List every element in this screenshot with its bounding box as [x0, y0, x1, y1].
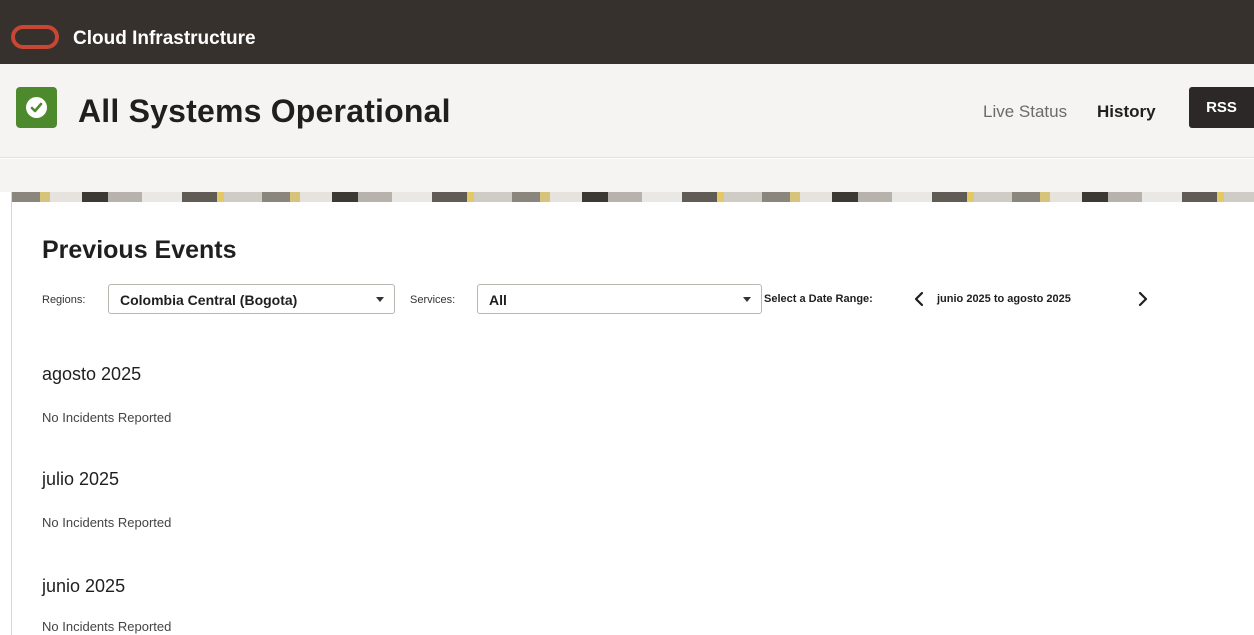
page-title: All Systems Operational [78, 93, 451, 129]
services-label: Services: [410, 294, 456, 306]
regions-label: Regions: [42, 294, 86, 306]
history-link[interactable]: History [1097, 102, 1156, 122]
caret-down-icon [743, 297, 751, 302]
month-status: No Incidents Reported [42, 515, 172, 530]
previous-events-card: Previous Events Regions: Colombia Centra… [11, 192, 1254, 635]
live-status-link[interactable]: Live Status [983, 102, 1067, 122]
date-range-label: Select a Date Range: [764, 293, 873, 305]
month-heading: junio 2025 [42, 576, 126, 596]
chevron-right-icon[interactable] [1136, 289, 1150, 309]
month-status: No Incidents Reported [42, 619, 172, 634]
top-header: Cloud Infrastructure [0, 0, 1254, 64]
month-heading: julio 2025 [42, 469, 120, 489]
brand-title[interactable]: Cloud Infrastructure [73, 28, 256, 50]
check-circle-icon [16, 87, 57, 128]
section-title: Previous Events [42, 236, 237, 264]
services-select[interactable]: All [477, 284, 762, 314]
regions-select[interactable]: Colombia Central (Bogota) [108, 284, 395, 314]
oracle-logo-icon[interactable] [11, 25, 59, 49]
page-background [0, 159, 1254, 192]
month-heading: agosto 2025 [42, 364, 142, 384]
services-select-value: All [489, 292, 507, 308]
rss-button[interactable]: RSS [1189, 87, 1254, 128]
date-range-value: junio 2025 to agosto 2025 [937, 293, 1071, 305]
regions-select-value: Colombia Central (Bogota) [120, 292, 298, 308]
status-bar: All Systems Operational Live Status Hist… [0, 64, 1254, 158]
caret-down-icon [376, 297, 384, 302]
month-status: No Incidents Reported [42, 410, 172, 425]
chevron-left-icon[interactable] [912, 289, 926, 309]
decorative-banner [12, 192, 1254, 202]
check-mark-icon [26, 97, 47, 118]
